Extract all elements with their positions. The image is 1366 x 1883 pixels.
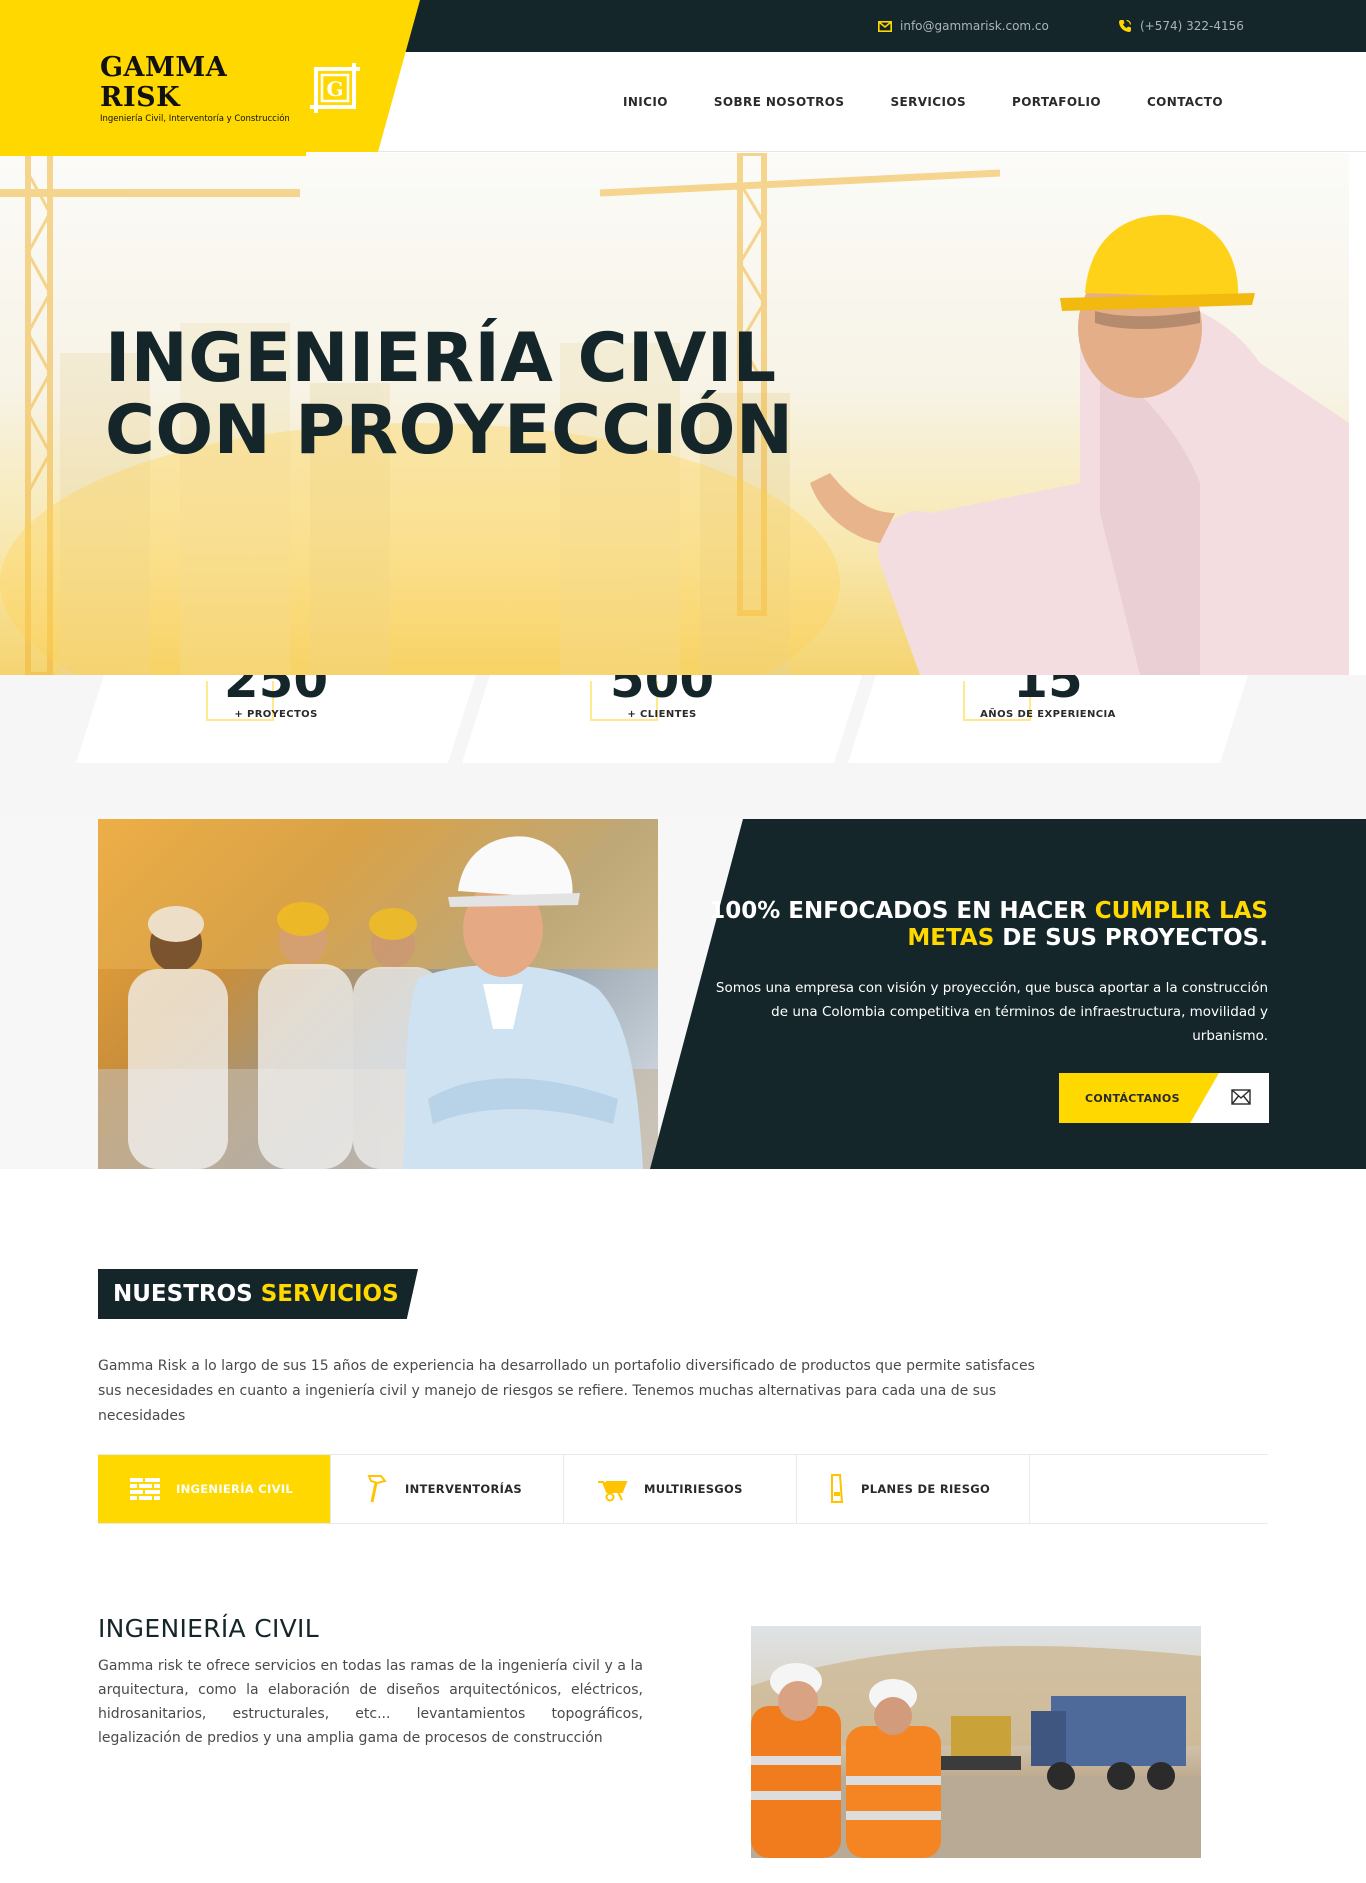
- bricks-icon: [130, 1478, 160, 1500]
- nav-item-contacto[interactable]: CONTACTO: [1124, 95, 1246, 109]
- detail-photo-construction: [751, 1626, 1201, 1858]
- about-heading-part2: DE SUS PROYECTOS.: [994, 925, 1268, 951]
- services-title: NUESTROS SERVICIOS: [113, 1281, 399, 1307]
- phone-text: (+574) 322-4156: [1140, 19, 1244, 33]
- detail-title: INGENIERÍA CIVIL: [98, 1614, 319, 1643]
- phone-icon: [1119, 19, 1132, 32]
- stat-label: + CLIENTES: [627, 709, 697, 720]
- services-tabs: INGENIERÍA CIVIL INTERVENTORÍAS MULTIRIE…: [98, 1454, 1268, 1524]
- contact-button-yellow: CONTÁCTANOS: [1059, 1073, 1219, 1123]
- logo-underline: [0, 152, 306, 156]
- stat-number: 250: [223, 675, 329, 709]
- services-description-line2: sus necesidades en cuanto a ingeniería c…: [98, 1383, 997, 1424]
- topbar-phone[interactable]: (+574) 322-4156: [1118, 17, 1244, 35]
- nav-item-portafolio[interactable]: PORTAFOLIO: [989, 95, 1124, 109]
- topbar-email[interactable]: info@gammarisk.com.co: [878, 17, 1049, 35]
- envelope-icon: [878, 20, 892, 32]
- nav-item-sobre-nosotros[interactable]: SOBRE NOSOTROS: [691, 95, 868, 109]
- detail-text: Gamma risk te ofrece servicios en todas …: [98, 1658, 643, 1746]
- hero-title-line1: INGENIERÍA CIVIL: [105, 319, 777, 398]
- stat-card-experiencia: 15 AÑOS DE EXPERIENCIA: [848, 675, 1248, 763]
- services-title-part1: NUESTROS: [113, 1281, 261, 1307]
- logo-name: GAMMA RISK: [100, 51, 228, 113]
- contact-button-label: CONTÁCTANOS: [1085, 1091, 1180, 1105]
- logo-g-mark-icon: G: [310, 63, 360, 113]
- about-text: Somos una empresa con visión y proyecció…: [715, 980, 1268, 1044]
- logo[interactable]: GAMMA RISK Ingeniería Civil, Interventor…: [100, 52, 360, 124]
- tab-label: INGENIERÍA CIVIL: [176, 1482, 294, 1496]
- services-title-box: NUESTROS SERVICIOS: [98, 1269, 418, 1319]
- about-photo-workers: [98, 819, 658, 1169]
- hero-banner: INGENIERÍA CIVIL CON PROYECCIÓN: [0, 153, 1349, 675]
- services-title-highlight: SERVICIOS: [260, 1281, 399, 1307]
- tab-ingenieria-civil[interactable]: INGENIERÍA CIVIL: [98, 1455, 331, 1523]
- level-icon: [831, 1474, 844, 1503]
- tab-label: PLANES DE RIESGO: [861, 1482, 991, 1496]
- hero-title: INGENIERÍA CIVIL CON PROYECCIÓN: [105, 323, 793, 467]
- contact-button[interactable]: CONTÁCTANOS: [1059, 1073, 1269, 1123]
- stat-number: 500: [609, 675, 715, 709]
- tab-planes-de-riesgo[interactable]: PLANES DE RIESGO: [797, 1455, 1030, 1523]
- main-nav: INICIO SOBRE NOSOTROS SERVICIOS PORTAFOL…: [600, 52, 1246, 152]
- tab-interventorias[interactable]: INTERVENTORÍAS: [331, 1455, 564, 1523]
- hammer-icon: [367, 1475, 387, 1503]
- nav-item-servicios[interactable]: SERVICIOS: [867, 95, 989, 109]
- tab-label: MULTIRIESGOS: [644, 1482, 743, 1496]
- logo-mark-letter: G: [326, 77, 343, 101]
- logo-text: GAMMA RISK Ingeniería Civil, Interventor…: [100, 51, 304, 124]
- about-heading-part1: 100% ENFOCADOS EN HACER: [709, 898, 1095, 924]
- services-description-line1: Gamma Risk a lo largo de sus 15 años de …: [98, 1358, 1035, 1374]
- tab-label: INTERVENTORÍAS: [405, 1482, 522, 1496]
- stat-card-proyectos: 250 + PROYECTOS: [76, 675, 476, 763]
- stat-card-clientes: 500 + CLIENTES: [462, 675, 862, 763]
- envelope-icon: [1231, 1089, 1251, 1105]
- stat-number: 15: [1013, 675, 1083, 709]
- services-description: Gamma Risk a lo largo de sus 15 años de …: [98, 1354, 1058, 1429]
- stat-label: AÑOS DE EXPERIENCIA: [980, 709, 1116, 720]
- about-heading: 100% ENFOCADOS EN HACER CUMPLIR LAS META…: [708, 898, 1268, 952]
- hero-title-line2: CON PROYECCIÓN: [105, 391, 794, 470]
- about-heading-highlight1: CUMPLIR LAS: [1094, 898, 1268, 924]
- email-text: info@gammarisk.com.co: [900, 19, 1049, 33]
- tab-multiriesgos[interactable]: MULTIRIESGOS: [564, 1455, 797, 1523]
- logo-tagline: Ingeniería Civil, Interventoría y Constr…: [100, 113, 290, 124]
- wheelbarrow-icon: [598, 1481, 628, 1502]
- about-heading-highlight2: METAS: [907, 925, 995, 951]
- nav-item-inicio[interactable]: INICIO: [600, 95, 691, 109]
- stat-label: + PROYECTOS: [234, 709, 318, 720]
